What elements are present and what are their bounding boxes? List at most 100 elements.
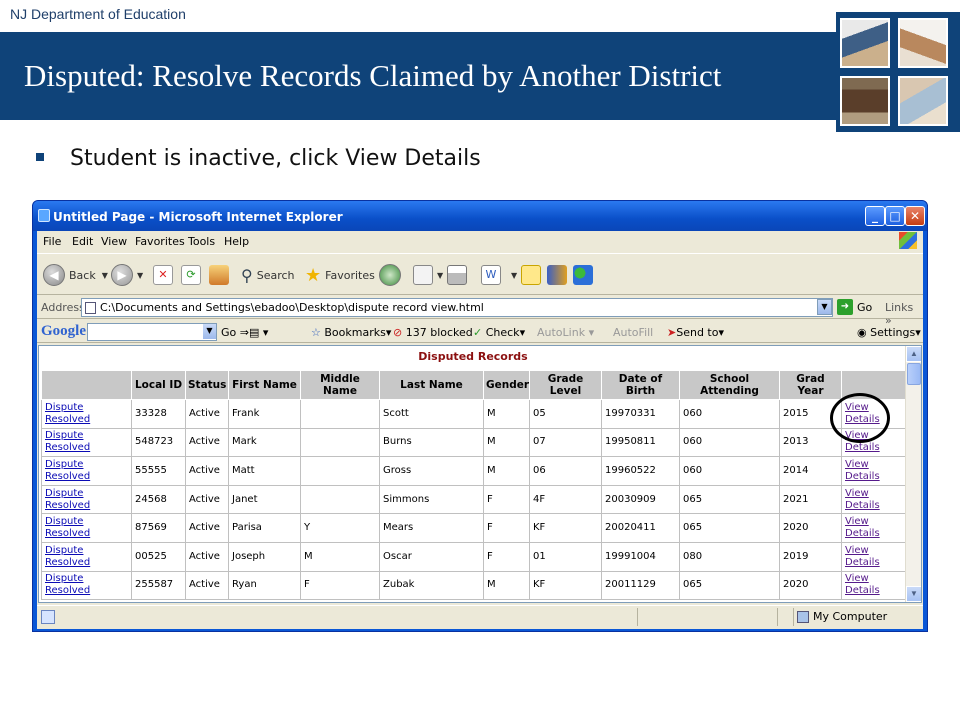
first-name-cell: Frank [228, 399, 301, 429]
middle-name-cell [300, 456, 380, 486]
menu-help[interactable]: Help [224, 235, 249, 248]
popup-blocker-button[interactable]: ⊘ 137 blocked [393, 326, 473, 339]
column-header: School Attending [679, 370, 780, 400]
grad-year-cell: 2020 [779, 570, 842, 601]
dispute-resolved-link[interactable]: Dispute Resolved [41, 541, 132, 572]
standard-toolbar: ◀ Back ▼ ▶ ▼ ✕ ⟳ ⚲ Search ★ Favorites ▼ W ▼ [37, 253, 923, 295]
home-button[interactable] [209, 264, 233, 286]
scroll-thumb[interactable] [907, 363, 921, 385]
settings-button[interactable]: ◉ Settings▾ [857, 326, 921, 339]
dispute-resolved-link[interactable]: Dispute Resolved [41, 513, 132, 543]
school-attending-cell: 065 [679, 484, 780, 515]
links-label: Links [885, 301, 914, 314]
print-icon [447, 265, 467, 285]
slide-title: Disputed: Resolve Records Claimed by Ano… [24, 58, 722, 93]
scroll-up-button[interactable]: ▲ [906, 346, 921, 362]
page-content: Disputed Records Local ID Status First N… [38, 345, 922, 603]
mail-button[interactable]: ▼ [413, 264, 443, 286]
first-name-cell: Ryan [228, 570, 301, 601]
table-row: Dispute Resolved 24568 Active Janet Simmons F… [41, 484, 910, 515]
search-button[interactable]: ⚲ Search [241, 264, 295, 286]
discuss-button[interactable] [521, 264, 545, 286]
favorites-button[interactable]: ★ Favorites [305, 264, 375, 286]
window-titlebar[interactable]: Untitled Page - Microsoft Internet Explo… [33, 201, 927, 231]
local-id-cell: 00525 [131, 541, 186, 572]
go-button[interactable]: ➜ Go [837, 299, 872, 315]
column-header: Date of Birth [601, 370, 680, 400]
address-dropdown[interactable]: ▼ [817, 299, 832, 315]
column-header: First Name [228, 370, 301, 400]
vertical-scrollbar[interactable]: ▲ ▼ [905, 346, 921, 602]
research-button[interactable] [547, 264, 571, 286]
spellcheck-button[interactable]: ✓ Check▾ [473, 326, 525, 339]
view-details-link[interactable]: View Details [841, 570, 910, 601]
photo-teacher-student [898, 76, 948, 126]
window-title: Untitled Page - Microsoft Internet Explo… [53, 210, 343, 224]
gender-cell: F [483, 513, 530, 543]
send-icon: ➤ [667, 326, 677, 339]
grade-level-cell: KF [529, 513, 602, 543]
dispute-resolved-link[interactable]: Dispute Resolved [41, 456, 132, 486]
history-button[interactable] [379, 264, 405, 286]
pagerank-icon[interactable]: ▤ ▾ [249, 326, 268, 339]
favorites-label: Favorites [325, 268, 375, 282]
history-icon [379, 264, 401, 286]
date-of-birth-cell: 19960522 [601, 456, 680, 486]
menu-edit[interactable]: Edit [72, 235, 93, 248]
menu-view[interactable]: View [101, 235, 127, 248]
status-cell: Active [185, 427, 229, 458]
bullet-point: Student is inactive, click View Details [36, 146, 481, 171]
google-search-input[interactable] [87, 323, 217, 341]
settings-label: Settings [870, 326, 916, 339]
back-button[interactable]: ◀ Back ▼ [43, 264, 108, 286]
bookmarks-button[interactable]: ☆ Bookmarks▾ [311, 326, 391, 339]
disputed-records-table: Local ID Status First Name Middle Name L… [41, 370, 910, 601]
view-details-link[interactable]: View Details [841, 456, 910, 486]
scroll-down-button[interactable]: ▼ [906, 586, 921, 602]
column-header: Grade Level [529, 370, 602, 400]
google-go-button[interactable]: Go ⇒ [221, 326, 249, 339]
dispute-resolved-link[interactable]: Dispute Resolved [41, 427, 132, 458]
view-details-link[interactable]: View Details [841, 484, 910, 515]
last-name-cell: Mears [379, 513, 484, 543]
column-header: Middle Name [300, 370, 380, 400]
dispute-resolved-link[interactable]: Dispute Resolved [41, 399, 132, 429]
address-label: Address [41, 301, 85, 314]
forward-button[interactable]: ▶ ▼ [111, 264, 143, 286]
middle-name-cell [300, 427, 380, 458]
date-of-birth-cell: 20030909 [601, 484, 680, 515]
autofill-button[interactable]: AutoFill [613, 326, 653, 339]
autofill-label: AutoFill [613, 326, 654, 339]
menu-file[interactable]: File [43, 235, 61, 248]
last-name-cell: Scott [379, 399, 484, 429]
last-name-cell: Oscar [379, 541, 484, 572]
send-to-button[interactable]: ➤Send to▾ [667, 326, 724, 339]
browser-window: Untitled Page - Microsoft Internet Explo… [32, 200, 928, 632]
minimize-button[interactable]: _ [865, 206, 885, 226]
maximize-button[interactable]: □ [885, 206, 905, 226]
page-status-icon [41, 610, 55, 624]
menu-tools[interactable]: Tools [188, 235, 215, 248]
view-details-link[interactable]: View Details [841, 513, 910, 543]
dispute-resolved-link[interactable]: Dispute Resolved [41, 484, 132, 515]
school-attending-cell: 060 [679, 427, 780, 458]
view-details-link[interactable]: View Details [841, 541, 910, 572]
print-button[interactable] [447, 264, 471, 286]
stop-button[interactable]: ✕ [153, 264, 177, 286]
close-button[interactable]: ✕ [905, 206, 925, 226]
messenger-button[interactable] [573, 264, 597, 286]
dispute-resolved-link[interactable]: Dispute Resolved [41, 570, 132, 601]
autolink-button[interactable]: AutoLink ▾ [537, 326, 594, 339]
address-input[interactable]: C:\Documents and Settings\ebadoo\Desktop… [81, 298, 833, 317]
stop-icon: ✕ [153, 265, 173, 285]
local-id-cell: 33328 [131, 399, 186, 429]
chevron-down-icon: ▼ [437, 270, 444, 280]
chevron-down-icon: ▼ [137, 270, 144, 280]
menu-favorites[interactable]: Favorites [135, 235, 185, 248]
refresh-button[interactable]: ⟳ [181, 264, 205, 286]
grad-year-cell: 2014 [779, 456, 842, 486]
google-search-dropdown[interactable]: ▼ [203, 324, 216, 339]
edit-button[interactable]: W ▼ [481, 264, 517, 286]
column-header [41, 370, 132, 400]
address-url: C:\Documents and Settings\ebadoo\Desktop… [100, 301, 484, 314]
